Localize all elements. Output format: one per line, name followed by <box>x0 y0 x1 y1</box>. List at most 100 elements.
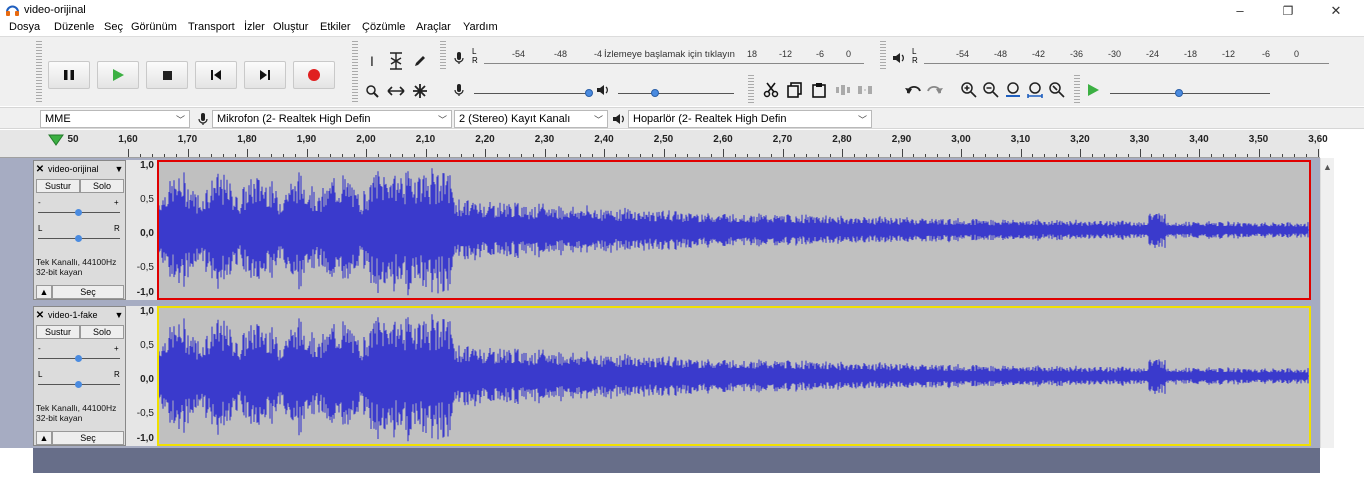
waveform-clip[interactable] <box>157 160 1311 300</box>
playback-volume-slider[interactable] <box>618 93 734 94</box>
track-name-button[interactable]: video-orijinal <box>46 164 113 174</box>
play-speed-slider[interactable] <box>1110 93 1270 94</box>
menu-sec[interactable]: Seç <box>104 21 123 33</box>
close-button[interactable]: ✕ <box>1316 2 1356 20</box>
playback-device-select[interactable]: Hoparlör (2- Realtek High Defin ﹀ <box>628 110 872 128</box>
solo-button[interactable]: Solo <box>80 325 124 339</box>
scroll-up-icon[interactable]: ▲ <box>1323 162 1332 172</box>
play-meter[interactable]: -54 -48 -42 -36 -30 -24 -18 -12 -6 0 <box>924 49 1324 63</box>
menu-gorunum[interactable]: Görünüm <box>131 21 177 33</box>
copy-icon[interactable] <box>786 81 804 99</box>
restore-button[interactable]: ❐ <box>1268 2 1308 20</box>
toolbar-grip[interactable] <box>36 41 42 103</box>
menu-etkiler[interactable]: Etkiler <box>320 21 351 33</box>
play-head-icon[interactable] <box>48 134 64 146</box>
multi-tool-icon[interactable] <box>410 81 430 101</box>
menu-cozumle[interactable]: Çözümle <box>362 21 405 33</box>
fit-selection-icon[interactable] <box>1004 81 1022 99</box>
timeline-tick-mark <box>247 149 248 157</box>
timeline-ruler[interactable]: 50 1,60 1,70 1,80 1,90 2,00 2,10 2,20 2,30 2,40 2… <box>0 130 1328 158</box>
recording-device-select[interactable]: Mikrofon (2- Realtek High Defin ﹀ <box>212 110 452 128</box>
record-meter-prompt[interactable]: İzlemeye başlamak için tıklayın <box>604 49 735 60</box>
menu-yardim[interactable]: Yardım <box>463 21 498 33</box>
zoom-tool-icon[interactable] <box>362 81 382 101</box>
undo-icon[interactable] <box>904 81 922 99</box>
mute-button[interactable]: Sustur <box>36 179 80 193</box>
selection-tool-icon[interactable]: I <box>362 51 382 71</box>
pause-button[interactable] <box>48 61 90 89</box>
gain-knob[interactable] <box>75 355 82 362</box>
redo-icon[interactable] <box>926 81 944 99</box>
menu-duzenle[interactable]: Düzenle <box>54 21 94 33</box>
recording-channels-select[interactable]: 2 (Stereo) Kayıt Kanalı ﹀ <box>454 110 608 128</box>
cut-icon[interactable] <box>762 81 780 99</box>
record-button[interactable] <box>293 61 335 89</box>
skip-to-start-button[interactable] <box>195 61 237 89</box>
toolbar-grip[interactable] <box>440 41 446 69</box>
select-track-button[interactable]: Seç <box>52 285 124 299</box>
track-menu-icon[interactable]: ▼ <box>113 164 125 174</box>
play-at-speed-icon[interactable] <box>1084 81 1102 99</box>
amplitude-scale[interactable]: 1,0 0,5 0,0 -0,5 -1,0 <box>126 160 157 300</box>
time-shift-tool-icon[interactable] <box>386 81 406 101</box>
silence-icon[interactable] <box>856 81 874 99</box>
pan-knob[interactable] <box>75 381 82 388</box>
toolbar-grip[interactable] <box>1074 75 1080 103</box>
collapse-track-button[interactable]: ▲ <box>36 431 52 445</box>
fit-project-icon[interactable] <box>1026 81 1044 99</box>
scale-label: -0,5 <box>136 262 154 273</box>
track-format-info: Tek Kanallı, 44100Hz 32-bit kayan <box>36 403 116 423</box>
paste-icon[interactable] <box>810 81 828 99</box>
menu-transport[interactable]: Transport <box>188 21 235 33</box>
record-meter[interactable]: -54 -48 -4 İzlemeye başlamak için tıklay… <box>484 49 854 63</box>
gain-knob[interactable] <box>75 209 82 216</box>
menu-olustur[interactable]: Oluştur <box>273 21 308 33</box>
chevron-down-icon: ﹀ <box>437 114 447 125</box>
timeline-tick-mark <box>782 149 784 157</box>
collapse-track-button[interactable]: ▲ <box>36 285 52 299</box>
track-menu-icon[interactable]: ▼ <box>113 310 125 320</box>
pan-knob[interactable] <box>75 235 82 242</box>
play-speed-knob[interactable] <box>1175 89 1183 97</box>
trim-icon[interactable] <box>834 81 852 99</box>
playback-volume-knob[interactable] <box>651 89 659 97</box>
menu-dosya[interactable]: Dosya <box>9 21 40 33</box>
timeline-tick-mark <box>972 154 974 157</box>
stop-button[interactable] <box>146 61 188 89</box>
draw-tool-icon[interactable] <box>410 51 430 71</box>
scale-label: -0,5 <box>136 408 154 419</box>
timeline-tick-mark <box>1282 154 1284 157</box>
window-title: video-orijinal <box>24 4 86 16</box>
menu-izler[interactable]: İzler <box>244 21 265 33</box>
recording-volume-knob[interactable] <box>585 89 593 97</box>
minimize-button[interactable]: – <box>1220 2 1260 20</box>
toolbar-grip[interactable] <box>352 41 358 103</box>
solo-button[interactable]: Solo <box>80 179 124 193</box>
menu-araclar[interactable]: Araçlar <box>416 21 451 33</box>
empty-track-space[interactable] <box>33 448 1320 473</box>
track-close-icon[interactable]: ✕ <box>34 164 46 175</box>
zoom-in-icon[interactable] <box>960 81 978 99</box>
track-format-line2: 32-bit kayan <box>36 267 83 277</box>
waveform-clip[interactable] <box>157 306 1311 446</box>
recording-volume-slider[interactable] <box>474 93 590 94</box>
audio-host-select[interactable]: MME ﹀ <box>40 110 190 128</box>
zoom-out-icon[interactable] <box>982 81 1000 99</box>
envelope-tool-icon[interactable] <box>386 51 406 71</box>
amplitude-scale[interactable]: 1,0 0,5 0,0 -0,5 -1,0 <box>126 306 157 446</box>
speaker-icon <box>890 49 908 67</box>
toolbar-grip[interactable] <box>748 75 754 103</box>
timeline-tick-mark <box>1068 154 1070 157</box>
mute-button[interactable]: Sustur <box>36 325 80 339</box>
select-track-button[interactable]: Seç <box>52 431 124 445</box>
track-name-button[interactable]: video-1-fake <box>46 310 113 320</box>
skip-to-end-button[interactable] <box>244 61 286 89</box>
toolbar-grip[interactable] <box>880 41 886 69</box>
track-close-icon[interactable]: ✕ <box>34 310 46 321</box>
play-button[interactable] <box>97 61 139 89</box>
zoom-toggle-icon[interactable] <box>1048 81 1066 99</box>
vertical-scrollbar[interactable]: ▲ <box>1320 158 1334 448</box>
record-meter-tick: -4 <box>594 49 603 59</box>
timeline-tick-mark <box>1175 154 1177 157</box>
timeline-tick-mark <box>1139 149 1141 157</box>
